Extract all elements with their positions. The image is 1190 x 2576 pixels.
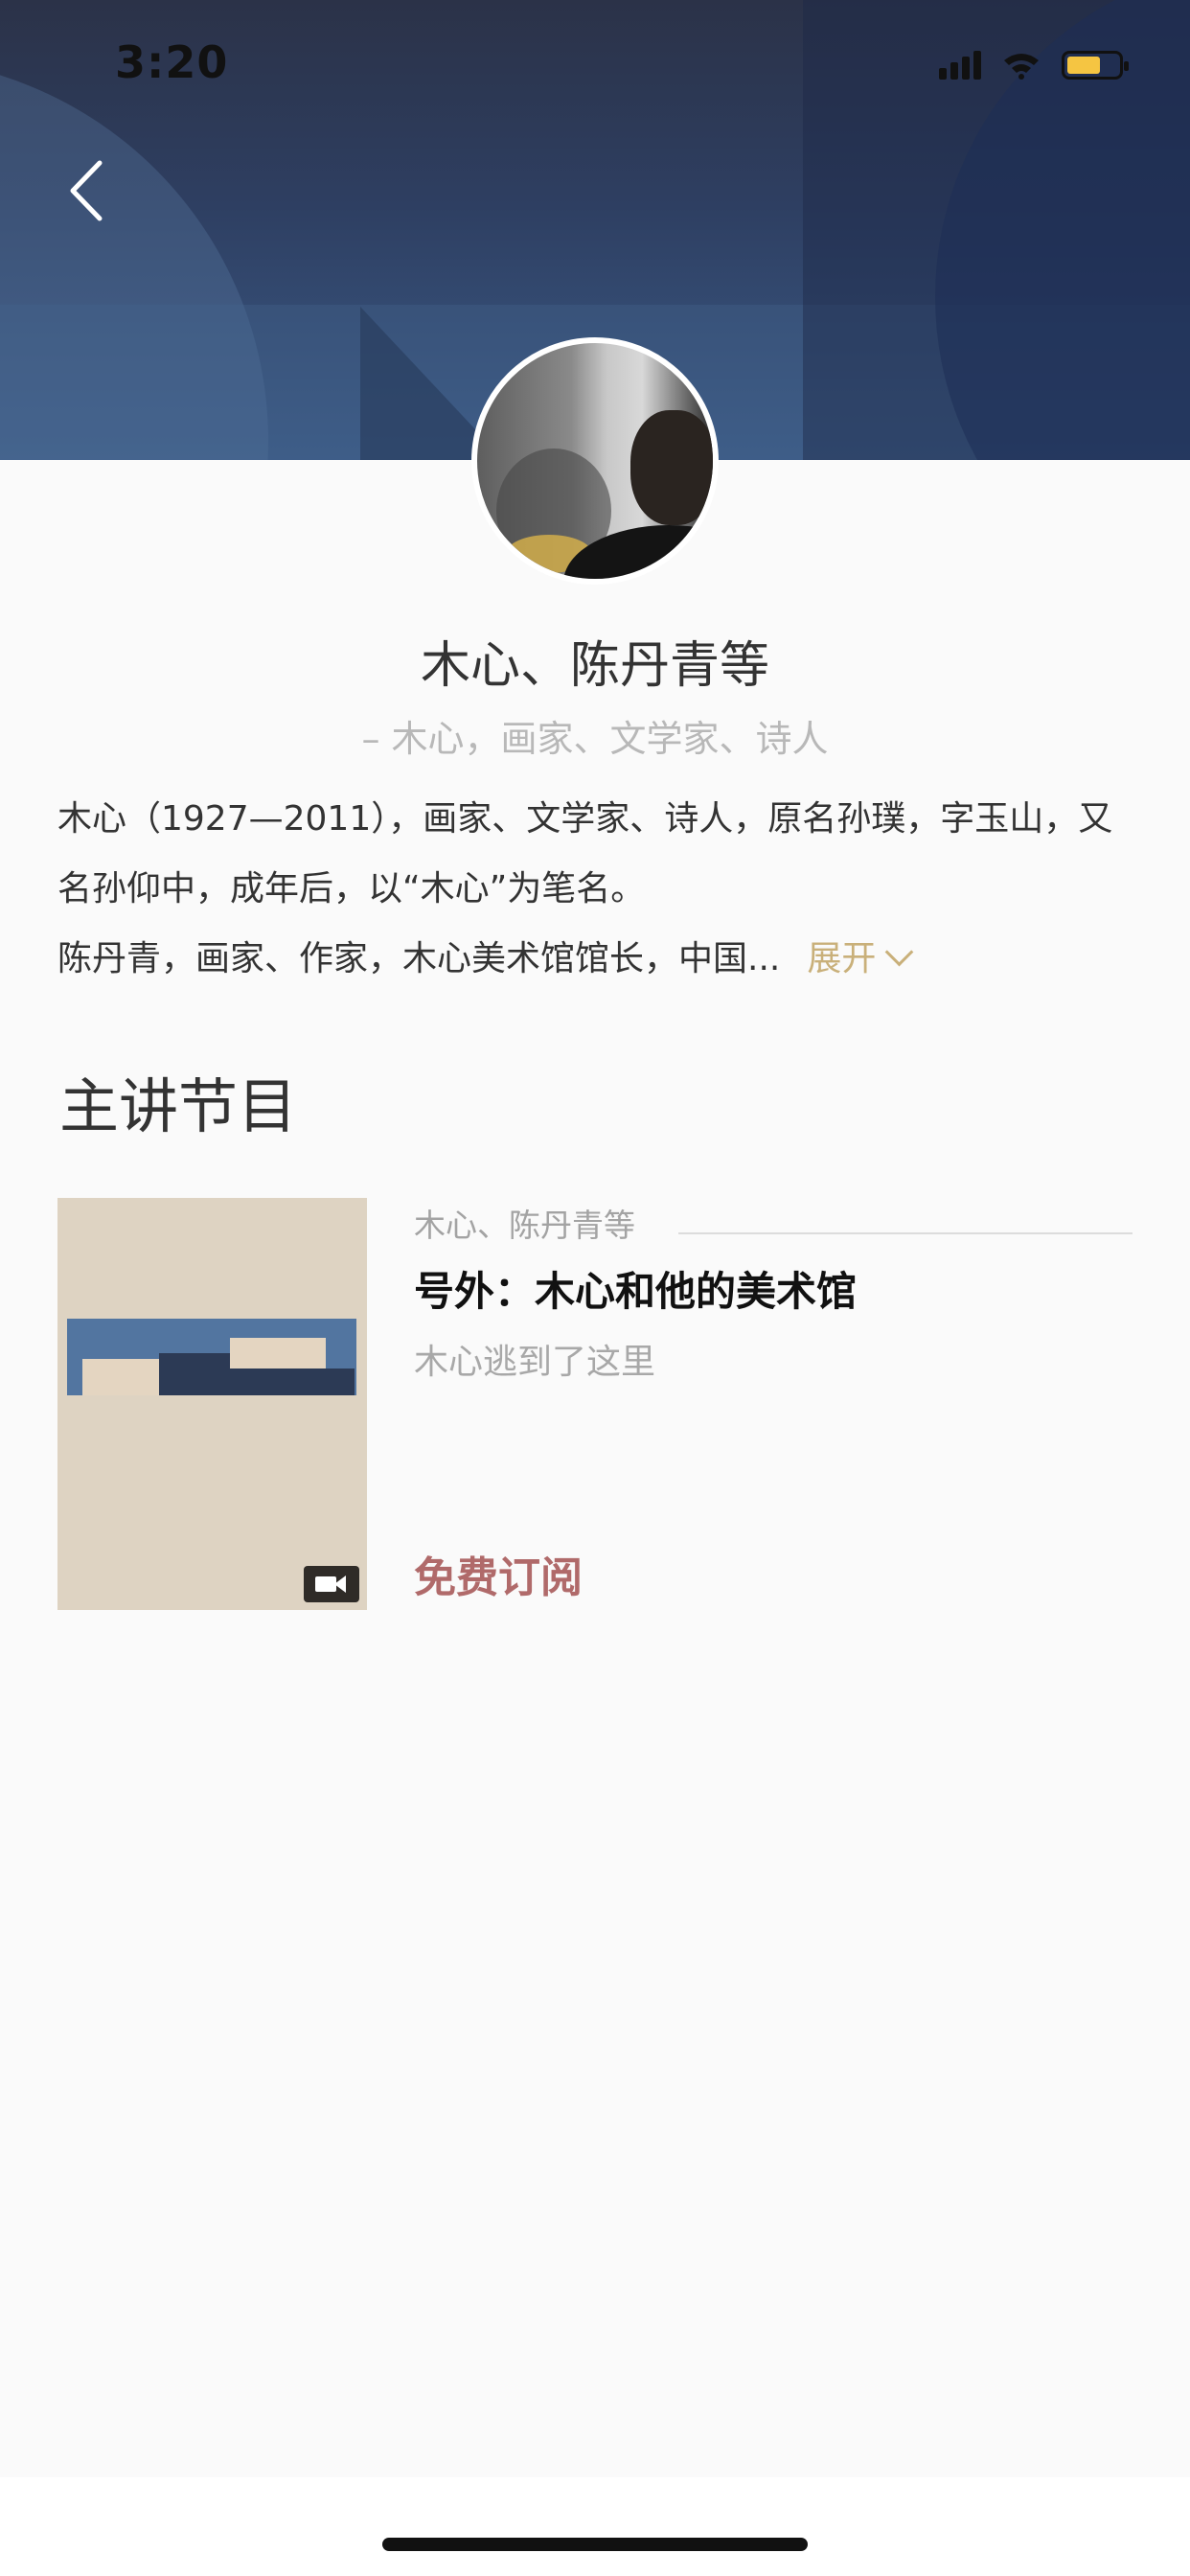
section-title: 主讲节目 (59, 1071, 298, 1141)
status-icons (939, 48, 1129, 82)
divider (678, 1232, 1133, 1234)
battery-icon (1062, 51, 1129, 80)
video-icon (304, 1566, 359, 1602)
profile-name: 木心、陈丹青等 (420, 637, 769, 695)
course-cover-image[interactable] (57, 1198, 367, 1610)
bio-paragraph: 木心（1927—2011），画家、文学家、诗人，原名孙璞，字玉山，又名孙仰中，成… (57, 799, 1113, 908)
expand-label[interactable]: 展开 (807, 939, 876, 978)
profile-subtitle: – 木心，画家、文学家、诗人 (361, 718, 829, 760)
profile-bio: 木心（1927—2011），画家、文学家、诗人，原名孙璞，字玉山，又名孙仰中，成… (57, 784, 1131, 994)
bio-text: 陈丹青，画家、作家，木心美术馆馆长，中国... (57, 939, 781, 978)
avatar (471, 337, 719, 585)
home-indicator[interactable] (382, 2538, 808, 2551)
expand-button[interactable]: 展开 (807, 937, 914, 978)
chevron-down-icon[interactable] (885, 937, 914, 967)
back-chevron-icon[interactable] (65, 157, 113, 224)
course-author: 木心、陈丹青等 (414, 1207, 635, 1244)
status-time: 3:20 (115, 36, 229, 88)
wifi-icon (1004, 54, 1039, 80)
subscribe-button[interactable]: 免费订阅 (414, 1543, 583, 1604)
signal-icon (939, 51, 981, 80)
bottom-safe-area (0, 2477, 1190, 2576)
course-description: 木心逃到了这里 (414, 1343, 656, 1382)
course-title[interactable]: 号外：木心和他的美术馆 (414, 1259, 857, 1318)
bio-paragraph-truncated: 陈丹青，画家、作家，木心美术馆馆长，中国... 展开 (57, 924, 1131, 994)
